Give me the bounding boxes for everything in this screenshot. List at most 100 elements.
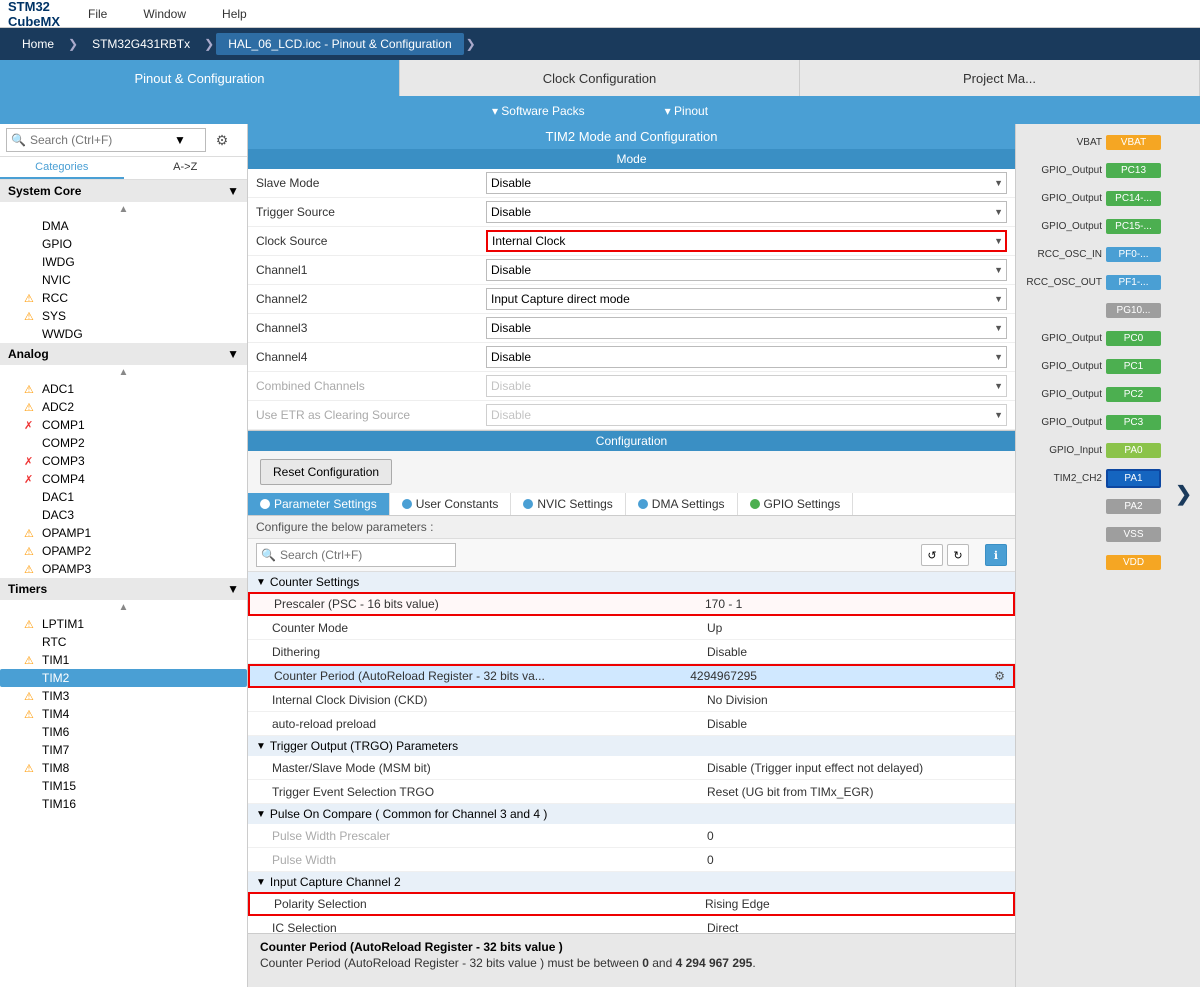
- tab-project[interactable]: Project Ma...: [800, 60, 1200, 96]
- tab-pinout[interactable]: Pinout & Configuration: [0, 60, 400, 96]
- sidebar-item-tim15[interactable]: TIM15: [0, 777, 247, 795]
- sidebar-section-timers-label: Timers: [8, 582, 47, 596]
- params-prev-btn[interactable]: ↺: [921, 544, 943, 566]
- sidebar-item-nvic[interactable]: NVIC: [0, 271, 247, 289]
- sidebar-item-adc2[interactable]: ⚠ADC2: [0, 398, 247, 416]
- sidebar-item-opamp3[interactable]: ⚠OPAMP3: [0, 560, 247, 578]
- chip-right-nav-icon[interactable]: ❯: [1175, 481, 1192, 506]
- chip-pin-button[interactable]: PG10...: [1106, 303, 1161, 318]
- trigger-source-select[interactable]: Disable: [486, 201, 1007, 223]
- sidebar-dropdown-icon[interactable]: ▼: [174, 133, 186, 147]
- sidebar-item-wwdg[interactable]: WWDG: [0, 325, 247, 343]
- chip-pin-button[interactable]: PC1: [1106, 359, 1161, 374]
- packs-item-pinout[interactable]: ▾ Pinout: [665, 104, 708, 118]
- sidebar-item-adc1[interactable]: ⚠ADC1: [0, 380, 247, 398]
- sidebar-item-comp2[interactable]: COMP2: [0, 434, 247, 452]
- counter-period-gear-icon[interactable]: ⚙: [994, 669, 1005, 683]
- sidebar-item-comp4[interactable]: ✗COMP4: [0, 470, 247, 488]
- sidebar-section-analog-header[interactable]: Analog ▼: [0, 343, 247, 365]
- params-next-btn[interactable]: ↻: [947, 544, 969, 566]
- breadcrumb-home[interactable]: Home: [10, 33, 66, 55]
- sidebar-item-rtc[interactable]: RTC: [0, 633, 247, 651]
- tab-clock[interactable]: Clock Configuration: [400, 60, 800, 96]
- chip-sidebar: VBATVBATGPIO_OutputPC13GPIO_OutputPC14-.…: [1015, 124, 1200, 987]
- chip-pin-row: GPIO_OutputPC15-...: [1016, 212, 1200, 240]
- param-group-counter-settings-header[interactable]: ▼ Counter Settings: [248, 572, 1015, 592]
- chip-pin-button[interactable]: PC15-...: [1106, 219, 1161, 234]
- packs-item-software[interactable]: ▾ Software Packs: [492, 104, 585, 118]
- reset-configuration-button[interactable]: Reset Configuration: [260, 459, 392, 485]
- sidebar-item-sys[interactable]: ⚠SYS: [0, 307, 247, 325]
- sidebar-item-comp3[interactable]: ✗COMP3: [0, 452, 247, 470]
- adc2-warning-icon: ⚠: [24, 401, 38, 414]
- clock-source-select[interactable]: Internal Clock: [486, 230, 1007, 252]
- timers-up-arrow[interactable]: ▲: [119, 602, 129, 613]
- sub-tab-gpio-settings[interactable]: GPIO Settings: [738, 493, 854, 515]
- sub-tab-parameter-settings[interactable]: Parameter Settings: [248, 493, 390, 515]
- breadcrumb-file[interactable]: HAL_06_LCD.ioc - Pinout & Configuration: [216, 33, 463, 55]
- param-group-poc-header[interactable]: ▼ Pulse On Compare ( Common for Channel …: [248, 804, 1015, 824]
- menu-help[interactable]: Help: [214, 7, 255, 21]
- adc1-warning-icon: ⚠: [24, 383, 38, 396]
- chip-pin-button[interactable]: PC0: [1106, 331, 1161, 346]
- sidebar-item-tim16[interactable]: TIM16: [0, 795, 247, 813]
- sidebar-section-systemcore-header[interactable]: System Core ▼: [0, 180, 247, 202]
- sidebar-item-lptim1[interactable]: ⚠LPTIM1: [0, 615, 247, 633]
- chip-pin-button[interactable]: PF1-...: [1106, 275, 1161, 290]
- channel4-select[interactable]: Disable: [486, 346, 1007, 368]
- slave-mode-select[interactable]: Disable: [486, 172, 1007, 194]
- sidebar-item-opamp1[interactable]: ⚠OPAMP1: [0, 524, 247, 542]
- chip-pin-button[interactable]: PA0: [1106, 443, 1161, 458]
- combined-channels-select[interactable]: Disable: [486, 375, 1007, 397]
- sub-tab-user-constants[interactable]: User Constants: [390, 493, 512, 515]
- chip-pin-button[interactable]: PC3: [1106, 415, 1161, 430]
- sidebar-item-tim1[interactable]: ⚠TIM1: [0, 651, 247, 669]
- chip-pin-button[interactable]: PC13: [1106, 163, 1161, 178]
- analog-up-arrow[interactable]: ▲: [119, 367, 129, 378]
- chip-pin-button[interactable]: PA2: [1106, 499, 1161, 514]
- chip-pin-button[interactable]: PC14-...: [1106, 191, 1161, 206]
- chip-pin-button[interactable]: VDD: [1106, 555, 1161, 570]
- section-up-arrow[interactable]: ▲: [119, 204, 129, 215]
- sub-tab-nvic-settings[interactable]: NVIC Settings: [511, 493, 625, 515]
- sidebar-search-input[interactable]: [30, 133, 170, 147]
- sidebar-item-gpio[interactable]: GPIO: [0, 235, 247, 253]
- sidebar-item-dac1[interactable]: DAC1: [0, 488, 247, 506]
- params-search-input[interactable]: [280, 548, 420, 562]
- tim2-panel: TIM2 Mode and Configuration Mode Slave M…: [248, 124, 1015, 987]
- menu-window[interactable]: Window: [135, 7, 194, 21]
- sidebar-item-opamp2[interactable]: ⚠OPAMP2: [0, 542, 247, 560]
- chip-pin-button[interactable]: VSS: [1106, 527, 1161, 542]
- params-info-btn[interactable]: ℹ: [985, 544, 1007, 566]
- menu-file[interactable]: File: [80, 7, 115, 21]
- sidebar-item-comp1[interactable]: ✗COMP1: [0, 416, 247, 434]
- sidebar-item-dac3[interactable]: DAC3: [0, 506, 247, 524]
- sidebar-item-tim3[interactable]: ⚠TIM3: [0, 687, 247, 705]
- sidebar-item-tim6[interactable]: TIM6: [0, 723, 247, 741]
- sidebar-item-dma[interactable]: DMA: [0, 217, 247, 235]
- mode-section-title: Mode: [248, 149, 1015, 169]
- sidebar-section-timers-header[interactable]: Timers ▼: [0, 578, 247, 600]
- param-row-msm: Master/Slave Mode (MSM bit) Disable (Tri…: [248, 756, 1015, 780]
- sidebar-gear-icon[interactable]: ⚙: [210, 128, 234, 152]
- sidebar-tab-az[interactable]: A->Z: [124, 157, 248, 179]
- chip-pin-button[interactable]: VBAT: [1106, 135, 1161, 150]
- channel3-select[interactable]: Disable: [486, 317, 1007, 339]
- sidebar-item-rcc[interactable]: ⚠RCC: [0, 289, 247, 307]
- param-group-trgo-header[interactable]: ▼ Trigger Output (TRGO) Parameters: [248, 736, 1015, 756]
- chip-pin-button[interactable]: PA1: [1106, 469, 1161, 488]
- param-group-ic2-header[interactable]: ▼ Input Capture Channel 2: [248, 872, 1015, 892]
- breadcrumb-device[interactable]: STM32G431RBTx: [80, 33, 202, 55]
- sidebar-item-tim8[interactable]: ⚠TIM8: [0, 759, 247, 777]
- chip-pin-button[interactable]: PF0-...: [1106, 247, 1161, 262]
- channel2-select[interactable]: Input Capture direct mode: [486, 288, 1007, 310]
- use-etr-select[interactable]: Disable: [486, 404, 1007, 426]
- sidebar-tab-categories[interactable]: Categories: [0, 157, 124, 179]
- sidebar-item-tim2[interactable]: TIM2: [0, 669, 247, 687]
- sub-tab-dma-settings[interactable]: DMA Settings: [626, 493, 738, 515]
- sidebar-item-tim4[interactable]: ⚠TIM4: [0, 705, 247, 723]
- chip-pin-button[interactable]: PC2: [1106, 387, 1161, 402]
- sidebar-item-tim7[interactable]: TIM7: [0, 741, 247, 759]
- sidebar-item-iwdg[interactable]: IWDG: [0, 253, 247, 271]
- channel1-select[interactable]: Disable: [486, 259, 1007, 281]
